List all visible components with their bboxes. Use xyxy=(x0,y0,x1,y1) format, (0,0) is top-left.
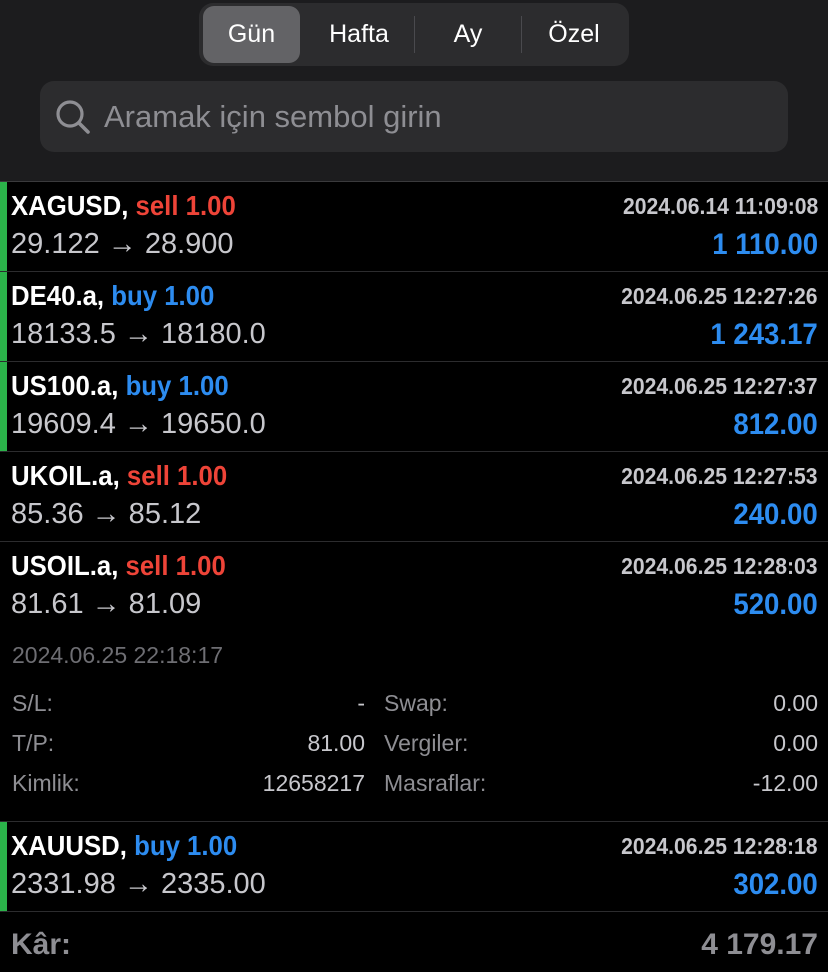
trade-volume: 1.00 xyxy=(185,190,236,221)
trade-time: 2024.06.14 11:09:08 xyxy=(622,193,818,219)
trade-volume: 1.00 xyxy=(177,460,228,491)
position-indicator xyxy=(0,822,7,911)
swap-value: 0.00 xyxy=(773,690,818,716)
tab-month[interactable]: Ay xyxy=(415,6,521,63)
trade-row[interactable]: UKOIL.a, sell 1.00 2024.06.25 12:27:53 8… xyxy=(0,452,828,542)
tab-custom[interactable]: Özel xyxy=(522,6,626,63)
id-label: Kimlik: xyxy=(12,770,80,796)
trade-symbol: XAUUSD, buy 1.00 xyxy=(11,830,238,861)
trade-volume: 1.00 xyxy=(175,550,226,581)
search-placeholder: Aramak için sembol girin xyxy=(104,99,442,134)
trade-prices: 19609.4 → 19650.0 xyxy=(11,408,266,440)
tab-day[interactable]: Gün xyxy=(203,6,300,63)
trade-row-expanded[interactable]: USOIL.a, sell 1.00 2024.06.25 12:28:03 8… xyxy=(0,542,828,632)
profit-summary: Kâr: 4 179.17 xyxy=(0,912,828,972)
trade-side: sell xyxy=(135,190,179,221)
trade-side: buy xyxy=(125,370,172,401)
trade-row[interactable]: XAUUSD, buy 1.00 2024.06.25 12:28:18 233… xyxy=(0,822,828,912)
id-value: 12658217 xyxy=(262,770,365,796)
trade-symbol: XAGUSD, sell 1.00 xyxy=(11,190,236,221)
trade-time: 2024.06.25 12:28:18 xyxy=(621,833,818,859)
trade-profit: 240.00 xyxy=(733,498,818,531)
close-time: 2024.06.25 22:18:17 xyxy=(12,642,224,668)
trade-volume: 1.00 xyxy=(187,830,238,861)
trade-symbol: US100.a, buy 1.00 xyxy=(11,370,229,401)
trade-side: sell xyxy=(125,550,169,581)
position-indicator xyxy=(0,362,7,451)
trade-side: buy xyxy=(111,280,158,311)
trade-profit: 1 110.00 xyxy=(712,228,818,261)
period-segmented-control: Gün Hafta Ay Özel xyxy=(199,3,629,66)
trade-profit: 520.00 xyxy=(733,588,818,621)
trade-side: sell xyxy=(126,460,170,491)
trade-side: buy xyxy=(134,830,180,861)
position-indicator xyxy=(0,182,7,271)
total-profit-label: Kâr: xyxy=(11,928,72,961)
trade-volume: 1.00 xyxy=(164,280,215,311)
trade-prices: 2331.98 → 2335.00 xyxy=(11,868,266,900)
swap-label: Swap: xyxy=(384,690,448,716)
trade-row[interactable]: DE40.a, buy 1.00 2024.06.25 12:27:26 181… xyxy=(0,272,828,362)
tab-week[interactable]: Hafta xyxy=(303,6,415,63)
search-icon xyxy=(56,100,90,134)
trade-profit: 302.00 xyxy=(733,868,818,901)
tax-label: Vergiler: xyxy=(384,730,469,756)
tp-label: T/P: xyxy=(12,730,55,756)
trade-symbol: USOIL.a, sell 1.00 xyxy=(11,550,226,581)
search-input[interactable]: Aramak için sembol girin xyxy=(40,81,788,152)
trade-details: 2024.06.25 22:18:17 S/L: - T/P: 81.00 Ki… xyxy=(0,630,828,822)
trade-row[interactable]: US100.a, buy 1.00 2024.06.25 12:27:37 19… xyxy=(0,362,828,452)
fee-label: Masraflar: xyxy=(384,770,487,796)
trade-time: 2024.06.25 12:27:26 xyxy=(621,283,818,309)
trade-symbol: DE40.a, buy 1.00 xyxy=(11,280,215,311)
trade-time: 2024.06.25 12:27:37 xyxy=(621,373,818,399)
trade-volume: 1.00 xyxy=(178,370,229,401)
trade-profit: 1 243.17 xyxy=(710,318,818,351)
position-indicator xyxy=(0,272,7,361)
trade-profit: 812.00 xyxy=(733,408,818,441)
trade-prices: 29.122 → 28.900 xyxy=(11,228,234,260)
trade-time: 2024.06.25 12:27:53 xyxy=(621,463,818,489)
trade-symbol: UKOIL.a, sell 1.00 xyxy=(11,460,228,491)
fee-value: -12.00 xyxy=(752,770,818,796)
trade-prices: 81.61 → 81.09 xyxy=(11,588,202,620)
tp-value: 81.00 xyxy=(307,730,365,756)
header-panel: Gün Hafta Ay Özel Aramak için sembol gir… xyxy=(0,0,828,182)
trade-time: 2024.06.25 12:28:03 xyxy=(621,553,818,579)
trade-row[interactable]: XAGUSD, sell 1.00 2024.06.14 11:09:08 29… xyxy=(0,182,828,272)
sl-label: S/L: xyxy=(12,690,53,716)
tax-value: 0.00 xyxy=(773,730,818,756)
sl-value: - xyxy=(357,690,365,716)
trade-prices: 18133.5 → 18180.0 xyxy=(11,318,266,350)
total-profit-value: 4 179.17 xyxy=(701,928,818,961)
trade-prices: 85.36 → 85.12 xyxy=(11,498,202,530)
